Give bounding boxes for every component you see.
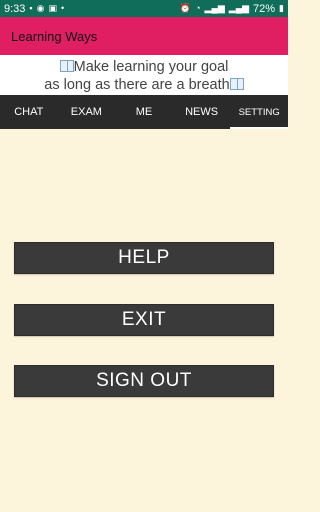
tab-me[interactable]: ME (115, 95, 173, 129)
status-bar-right: ⏰ ◔ ▂▄▆ ▂▄▆ 72% ▮ (180, 3, 284, 15)
alarm-icon: ⏰ (179, 3, 192, 13)
status-bar-left: 9:33 ▪ ◉ ▣ • (4, 3, 64, 15)
tab-setting[interactable]: SETTING (230, 95, 288, 129)
tab-bar: CHAT EXAM ME NEWS SETTING (0, 95, 288, 129)
exit-button[interactable]: EXIT (14, 304, 274, 336)
battery-percent: 72% (253, 2, 276, 15)
app-bar: Learning Ways (0, 17, 288, 55)
signal-icon-2: ▂▄▆ (228, 3, 250, 13)
facebook-notification-icon: ◉ (36, 3, 45, 13)
sign-out-button[interactable]: SIGN OUT (14, 365, 274, 397)
signal-icon: ▂▄▆ (204, 3, 225, 13)
book-icon (59, 60, 74, 72)
motto-text-1: Make learning your goal (73, 59, 229, 75)
tab-chat[interactable]: CHAT (0, 95, 58, 129)
battery-icon: ▮ (279, 3, 284, 13)
tab-news[interactable]: NEWS (173, 95, 231, 129)
help-button[interactable]: HELP (14, 242, 274, 274)
chat-notification-icon: ▪ (29, 3, 33, 13)
wifi-icon: ◔ (195, 3, 201, 13)
status-time: 9:33 (4, 2, 26, 15)
motto-line-1: Make learning your goal (0, 58, 288, 76)
status-bar: 9:33 ▪ ◉ ▣ • ⏰ ◔ ▂▄▆ ▂▄▆ 72% ▮ (0, 0, 288, 17)
app-title: Learning Ways (11, 28, 98, 44)
motto-line-2: as long as there are a breath (0, 76, 288, 94)
book-icon-end (229, 78, 244, 90)
tab-exam[interactable]: EXAM (58, 95, 116, 129)
motto-text-2: as long as there are a breath (44, 77, 230, 93)
image-notification-icon: ▣ (48, 3, 57, 13)
motto-banner: Make learning your goal as long as there… (0, 55, 288, 95)
more-notifications-icon: • (61, 3, 65, 13)
